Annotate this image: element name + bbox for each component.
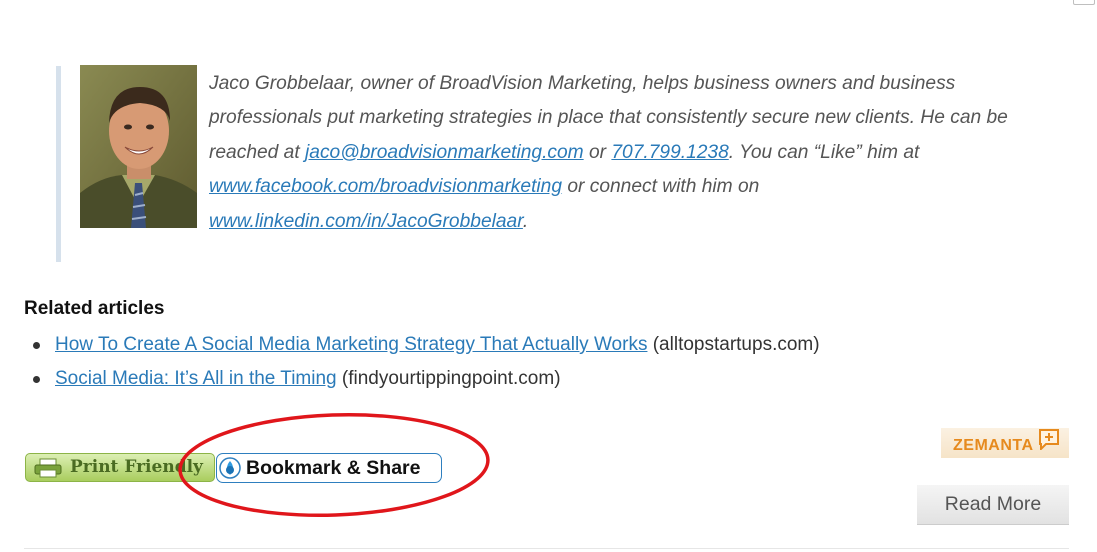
- phone-link[interactable]: 707.799.1238: [611, 142, 728, 163]
- addthis-icon: [219, 457, 241, 479]
- bullet-icon: [33, 376, 40, 383]
- bookmark-share-label: Bookmark & Share: [246, 457, 421, 479]
- divider: [24, 548, 1069, 549]
- read-more-button[interactable]: Read More: [917, 485, 1069, 525]
- zemanta-label: ZEMANTA: [953, 437, 1034, 454]
- email-link[interactable]: jaco@broadvisionmarketing.com: [305, 142, 584, 163]
- related-article-link[interactable]: Social Media: It’s All in the Timing: [55, 368, 337, 389]
- bio-or: or: [583, 141, 612, 163]
- print-friendly-label: Print Friendly: [70, 457, 203, 477]
- zemanta-badge[interactable]: ZEMANTA: [941, 428, 1069, 458]
- related-article-link[interactable]: How To Create A Social Media Marketing S…: [55, 334, 647, 355]
- author-bio-text: Jaco Grobbelaar, owner of BroadVision Ma…: [209, 67, 1039, 239]
- print-friendly-button[interactable]: Print Friendly: [25, 453, 215, 482]
- bookmark-share-button[interactable]: Bookmark & Share: [216, 453, 442, 483]
- related-article-source: (findyourtippingpoint.com): [336, 368, 561, 389]
- related-articles-heading: Related articles: [24, 298, 165, 319]
- zemanta-plus-icon: [1038, 428, 1060, 452]
- page: Jaco Grobbelaar, owner of BroadVision Ma…: [0, 0, 1097, 552]
- related-articles-list: How To Create A Social Media Marketing S…: [24, 332, 820, 400]
- linkedin-link[interactable]: www.linkedin.com/in/JacoGrobbelaar: [209, 211, 523, 232]
- author-bio-blockquote: Jaco Grobbelaar, owner of BroadVision Ma…: [56, 65, 1041, 262]
- printer-icon: [34, 458, 62, 478]
- bullet-icon: [33, 342, 40, 349]
- bio-end: .: [522, 210, 529, 232]
- list-item: Social Media: It’s All in the Timing (fi…: [24, 366, 820, 400]
- list-item: How To Create A Social Media Marketing S…: [24, 332, 820, 366]
- author-photo-image: [80, 65, 197, 228]
- bio-like-text: . You can “Like” him at: [728, 141, 920, 163]
- facebook-link[interactable]: www.facebook.com/broadvisionmarketing: [209, 176, 562, 197]
- author-photo: [80, 65, 197, 228]
- window-corner: [1073, 0, 1095, 5]
- related-article-source: (alltopstartups.com): [647, 334, 820, 355]
- bio-connect-text: or connect with him on: [562, 176, 760, 198]
